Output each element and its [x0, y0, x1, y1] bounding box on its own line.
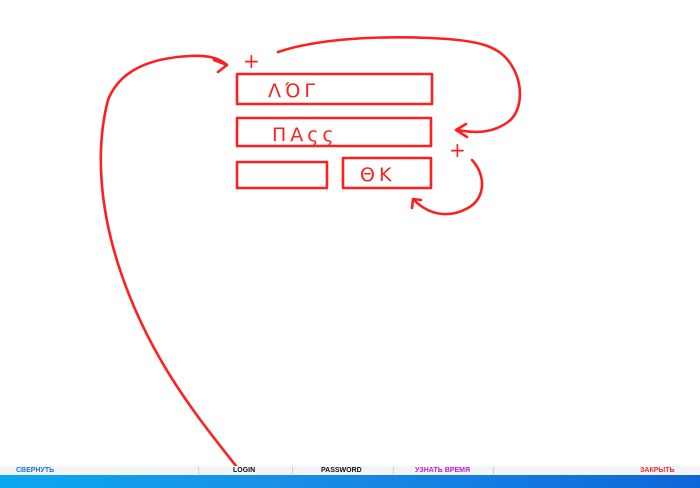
login-field-text: ΛΌΓ	[268, 80, 319, 102]
taskbar-divider	[292, 467, 293, 474]
taskbar: Свернуть LOGIN PASSWORD Узнать время Зак…	[0, 466, 700, 488]
sketch-canvas: ΛΌΓ ΠΑςς ΘK + +	[99, 36, 522, 468]
minimize-button[interactable]: Свернуть	[16, 466, 54, 475]
check-time-button[interactable]: Узнать время	[415, 466, 470, 475]
ok-button-text: ΘK	[360, 164, 395, 186]
login-button[interactable]: LOGIN	[233, 466, 255, 475]
plus-mark-right: +	[449, 138, 466, 162]
taskbar-divider	[493, 467, 494, 474]
extra-field-sketch	[235, 160, 329, 190]
password-button[interactable]: PASSWORD	[321, 466, 362, 475]
plus-mark-top: +	[243, 49, 260, 73]
close-button[interactable]: Закрыть	[640, 466, 675, 475]
taskbar-blue-strip	[0, 475, 700, 488]
taskbar-divider	[198, 467, 199, 474]
arrow-login-to-form	[99, 54, 238, 468]
taskbar-divider	[393, 467, 394, 474]
login-field-sketch	[235, 72, 434, 106]
taskbar-labels-row: Свернуть LOGIN PASSWORD Узнать время Зак…	[0, 466, 700, 475]
password-field-text: ΠΑςς	[272, 124, 338, 146]
